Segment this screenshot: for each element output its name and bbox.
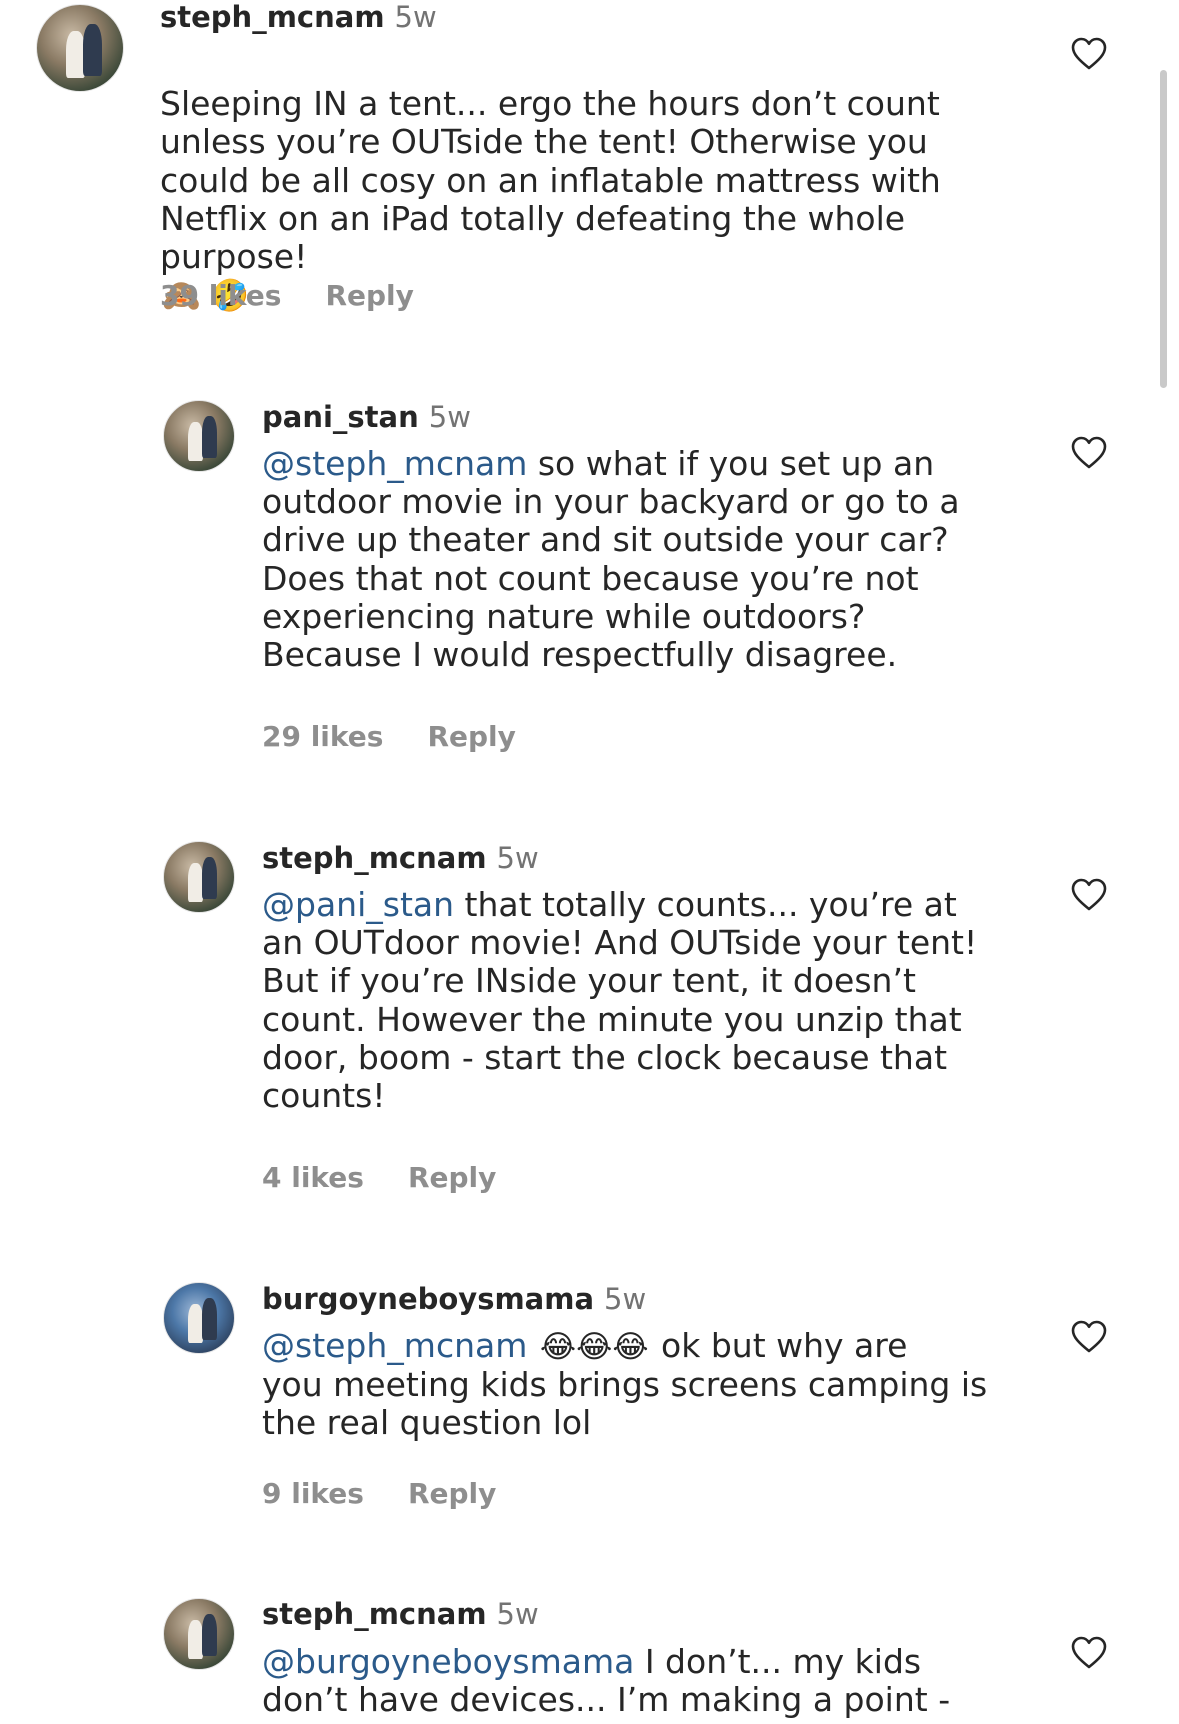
avatar-figure — [201, 1298, 218, 1341]
likes-count[interactable]: 29 likes — [262, 720, 383, 753]
reply-button[interactable]: Reply — [408, 1161, 496, 1194]
mention-link[interactable]: @pani_stan — [262, 885, 454, 924]
mention-link[interactable]: @steph_mcnam — [262, 1326, 527, 1365]
username[interactable]: steph_mcnam — [262, 841, 487, 875]
reply-button[interactable]: Reply — [427, 720, 515, 753]
comment-body: Sleeping IN a tent... ergo the hours don… — [160, 84, 941, 277]
comment-text: Sleeping IN a tent... ergo the hours don… — [160, 47, 941, 315]
avatar-figure — [83, 23, 103, 76]
timestamp: 5w — [496, 841, 539, 875]
comment-text: @pani_stan that totally counts... you’re… — [262, 885, 977, 1115]
comment-text: @burgoyneboysmama I don’t... my kids don… — [262, 1642, 950, 1719]
comment-header: pani_stan 5w — [262, 400, 471, 434]
username[interactable]: burgoyneboysmama — [262, 1282, 594, 1316]
scrollbar[interactable] — [1160, 70, 1167, 388]
username[interactable]: steph_mcnam — [262, 1597, 487, 1631]
comment-text: @steph_mcnam so what if you set up an ou… — [262, 444, 960, 674]
comment-actions: 39 likes Reply — [160, 279, 414, 312]
comment-header: steph_mcnam 5w — [262, 841, 539, 875]
likes-count[interactable]: 4 likes — [262, 1161, 364, 1194]
avatar-figure — [187, 1620, 204, 1659]
emoji: 😂😂😂 — [539, 1329, 649, 1365]
avatar[interactable] — [36, 4, 124, 92]
comment-header: steph_mcnam 5w — [262, 1597, 539, 1631]
heart-outline-icon[interactable] — [1071, 1320, 1107, 1354]
avatar-figure — [201, 416, 218, 459]
avatar-figure — [187, 863, 204, 902]
comment-header: steph_mcnam 5w — [160, 0, 437, 34]
avatar-figure — [187, 1304, 204, 1343]
username[interactable]: steph_mcnam — [160, 0, 385, 34]
timestamp: 5w — [604, 1282, 647, 1316]
username[interactable]: pani_stan — [262, 400, 419, 434]
heart-outline-icon[interactable] — [1071, 37, 1107, 71]
timestamp: 5w — [496, 1597, 539, 1631]
avatar-figure — [66, 30, 86, 79]
comment-actions: 4 likes Reply — [262, 1161, 496, 1194]
timestamp: 5w — [428, 400, 471, 434]
comment-actions: 29 likes Reply — [262, 720, 516, 753]
reply-button[interactable]: Reply — [408, 1477, 496, 1510]
mention-link[interactable]: @steph_mcnam — [262, 444, 527, 483]
heart-outline-icon[interactable] — [1071, 878, 1107, 912]
heart-outline-icon[interactable] — [1071, 1636, 1107, 1670]
timestamp: 5w — [394, 0, 437, 34]
likes-count[interactable]: 39 likes — [160, 279, 281, 312]
avatar-figure — [201, 857, 218, 900]
likes-count[interactable]: 9 likes — [262, 1477, 364, 1510]
mention-link[interactable]: @burgoyneboysmama — [262, 1642, 634, 1681]
avatar[interactable] — [163, 400, 235, 472]
reply-button[interactable]: Reply — [325, 279, 413, 312]
comment-header: burgoyneboysmama 5w — [262, 1282, 646, 1316]
avatar[interactable] — [163, 841, 235, 913]
comment-spacer — [527, 1326, 538, 1365]
avatar[interactable] — [163, 1598, 235, 1670]
avatar-figure — [187, 422, 204, 461]
comment-text: @steph_mcnam 😂😂😂 ok but why are you meet… — [262, 1326, 987, 1443]
avatar[interactable] — [163, 1282, 235, 1354]
comment-actions: 9 likes Reply — [262, 1477, 496, 1510]
avatar-figure — [201, 1614, 218, 1657]
heart-outline-icon[interactable] — [1071, 436, 1107, 470]
